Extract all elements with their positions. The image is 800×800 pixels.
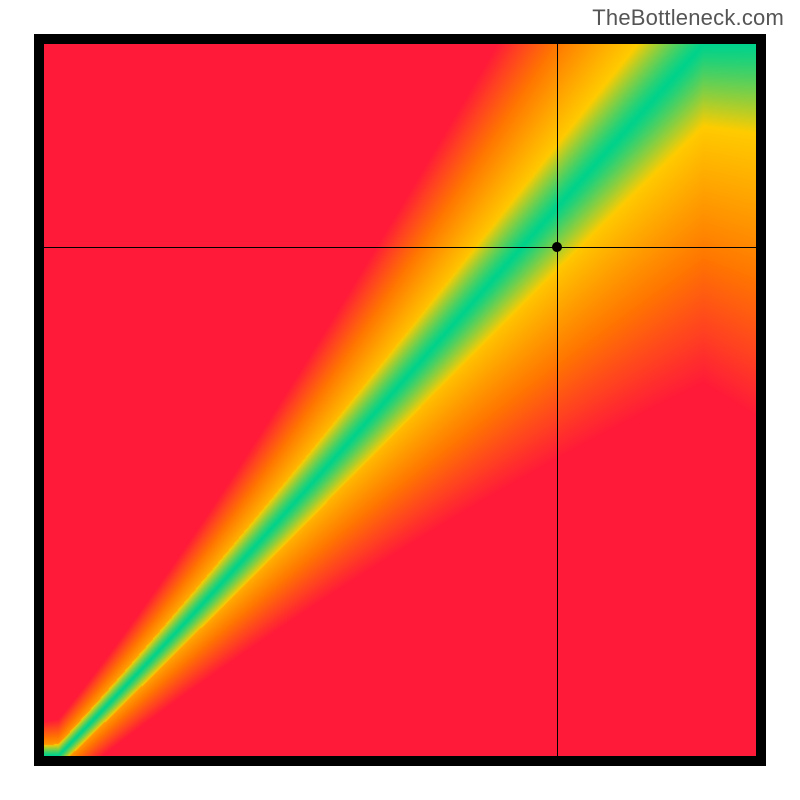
crosshair-vertical <box>557 44 558 756</box>
heatmap-canvas <box>44 44 756 756</box>
watermark-text: TheBottleneck.com <box>592 5 784 31</box>
marker-dot <box>552 242 562 252</box>
crosshair-horizontal <box>44 247 756 248</box>
chart-container: TheBottleneck.com <box>0 0 800 800</box>
plot-frame <box>34 34 766 766</box>
